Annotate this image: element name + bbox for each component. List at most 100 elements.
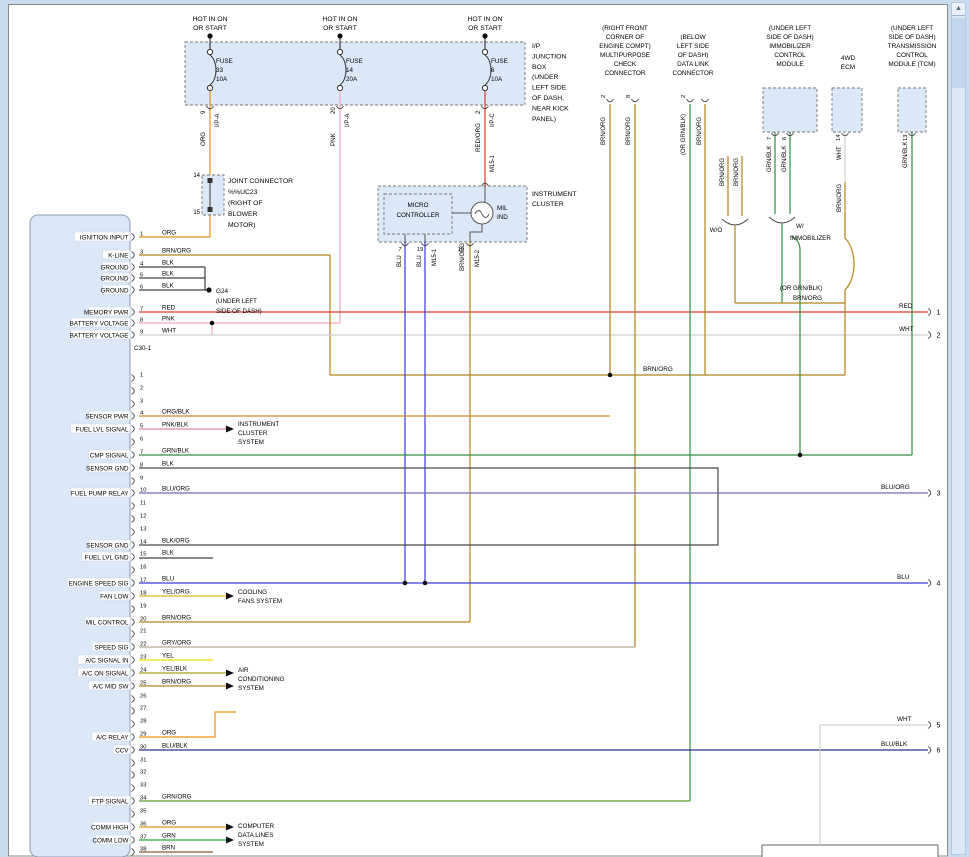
wire-color-label: BLU/BLK: [162, 743, 188, 750]
pin-arc: [132, 375, 135, 382]
cluster-title: CLUSTER: [532, 201, 564, 208]
ip-junction-box-label: LEFT SIDE: [532, 85, 567, 92]
pin-arc: [132, 413, 135, 420]
ground-name: G24: [216, 288, 229, 295]
pin-number: 15: [193, 210, 200, 216]
junction-dot: [423, 581, 428, 586]
pin-label: ENGINE SPEED SIG: [69, 580, 129, 587]
module-header: CORNER OF: [606, 34, 644, 41]
cluster-title: INSTRUMENT: [532, 191, 577, 198]
offpage-arrow: [226, 824, 234, 831]
fuse-label: 20A: [346, 76, 358, 83]
pin-arc: [132, 760, 135, 767]
pin-number: 37: [140, 835, 146, 841]
pin-arc: [132, 542, 135, 549]
pin-number: 36: [140, 822, 146, 828]
ip-junction-box-label: NEAR KICK: [532, 105, 569, 112]
pin-arc: [132, 287, 135, 294]
wire-color-label: BRN: [162, 845, 175, 852]
pin-arc: [132, 580, 135, 587]
module-header: MULTIPURPOSE: [600, 52, 650, 59]
pin-arc: [132, 554, 135, 561]
4wd-ecm-box: [832, 88, 862, 132]
pin-arc: [132, 529, 135, 536]
pin-label: CMP SIGNAL: [90, 452, 129, 459]
wire-color-label: RED: [162, 305, 176, 312]
system-label: SYSTEM: [238, 841, 264, 848]
system-label: COOLING: [238, 589, 267, 596]
pin-number: 6: [140, 437, 143, 443]
pin-arc: [928, 332, 931, 339]
wire-color-label: GRN/ORG: [162, 794, 192, 801]
pin-arc: [132, 320, 135, 327]
pin-arc: [132, 401, 135, 408]
wire-color-label: BRN/ORG: [162, 615, 191, 622]
pin-label: SENSOR PWR: [85, 413, 128, 420]
pin-arc: [928, 309, 931, 316]
fuse-label: 6: [491, 67, 495, 74]
fuse-label: 33: [216, 67, 224, 74]
offpage-arrow: [226, 837, 234, 844]
fuse-label: 10A: [216, 76, 228, 83]
module-header: ECM: [841, 64, 855, 71]
pin-number: 13: [140, 527, 146, 533]
joint-connector-label: %%UC23: [228, 189, 258, 196]
pin-number: 7: [398, 247, 401, 253]
pin-number: 32: [140, 770, 146, 776]
offpage-arrow: [226, 670, 234, 677]
hot-feed-label: HOT IN ON: [323, 16, 358, 23]
wire-color-label: BLK: [162, 461, 175, 468]
pin-number: 23: [140, 655, 146, 661]
wire-color-label: BLK: [162, 271, 175, 278]
pin-arc: [132, 516, 135, 523]
mil-label: IND: [497, 214, 508, 221]
wire-color-label: BRN/ORG: [837, 184, 843, 212]
module-header: SIDE OF DASH): [766, 34, 813, 41]
pin-arc: [687, 99, 694, 102]
wire-color-label: BLK/ORG: [162, 538, 190, 545]
joint-connector-box: [202, 175, 224, 215]
pin-arc: [132, 619, 135, 626]
pin-number: 20: [331, 107, 337, 114]
pin-number: 27: [140, 706, 146, 712]
pin-label: K-LINE: [108, 252, 128, 259]
module-header: (BELOW: [680, 34, 706, 41]
scrollbar-thumb[interactable]: [952, 18, 965, 88]
system-label: CLUSTER: [238, 430, 268, 437]
wire-color-label: BRN/ORG: [626, 117, 632, 145]
pin-number: 8: [140, 463, 143, 469]
pin-arc: [132, 696, 135, 703]
fuse-terminal: [337, 49, 342, 54]
pin-arc: [132, 388, 135, 395]
pin-arc: [132, 465, 135, 472]
vertical-scrollbar[interactable]: [951, 2, 966, 855]
offpage-arrow: [226, 426, 234, 433]
pin-number: 20: [140, 617, 146, 623]
edge-circuit-number: 1: [937, 310, 941, 317]
pin-arc: [132, 593, 135, 600]
pin-arc: [132, 264, 135, 271]
pin-label: A/C RELAY: [96, 734, 129, 741]
hot-feed-label: OR START: [468, 25, 502, 32]
wire-color-label: BLU: [397, 255, 403, 267]
pin-arc: [132, 798, 135, 805]
wire-color-label: PNK/BLK: [162, 422, 189, 429]
pin-label: A/C SIGNAL IN: [85, 657, 129, 664]
pin-number: 29: [140, 732, 146, 738]
joint-connector-label: (RIGHT OF: [228, 200, 263, 207]
pin-arc: [132, 721, 135, 728]
fuse-terminal: [482, 85, 487, 90]
pin-arc: [132, 670, 135, 677]
pin-arc: [132, 234, 135, 241]
pin-number: 24: [140, 668, 147, 674]
ip-junction-box-label: BOX: [532, 64, 547, 71]
wire-color-label: YEL: [162, 653, 174, 660]
pin-arc: [132, 747, 135, 754]
pin-number: 6: [140, 285, 143, 291]
scroll-up-icon[interactable]: [952, 3, 965, 16]
pin-number: 6: [782, 137, 788, 140]
wire-color-label: RED: [899, 303, 913, 310]
pin-arc: [607, 99, 614, 102]
pin-number: 9: [140, 330, 143, 336]
system-label: SYSTEM: [238, 439, 264, 446]
